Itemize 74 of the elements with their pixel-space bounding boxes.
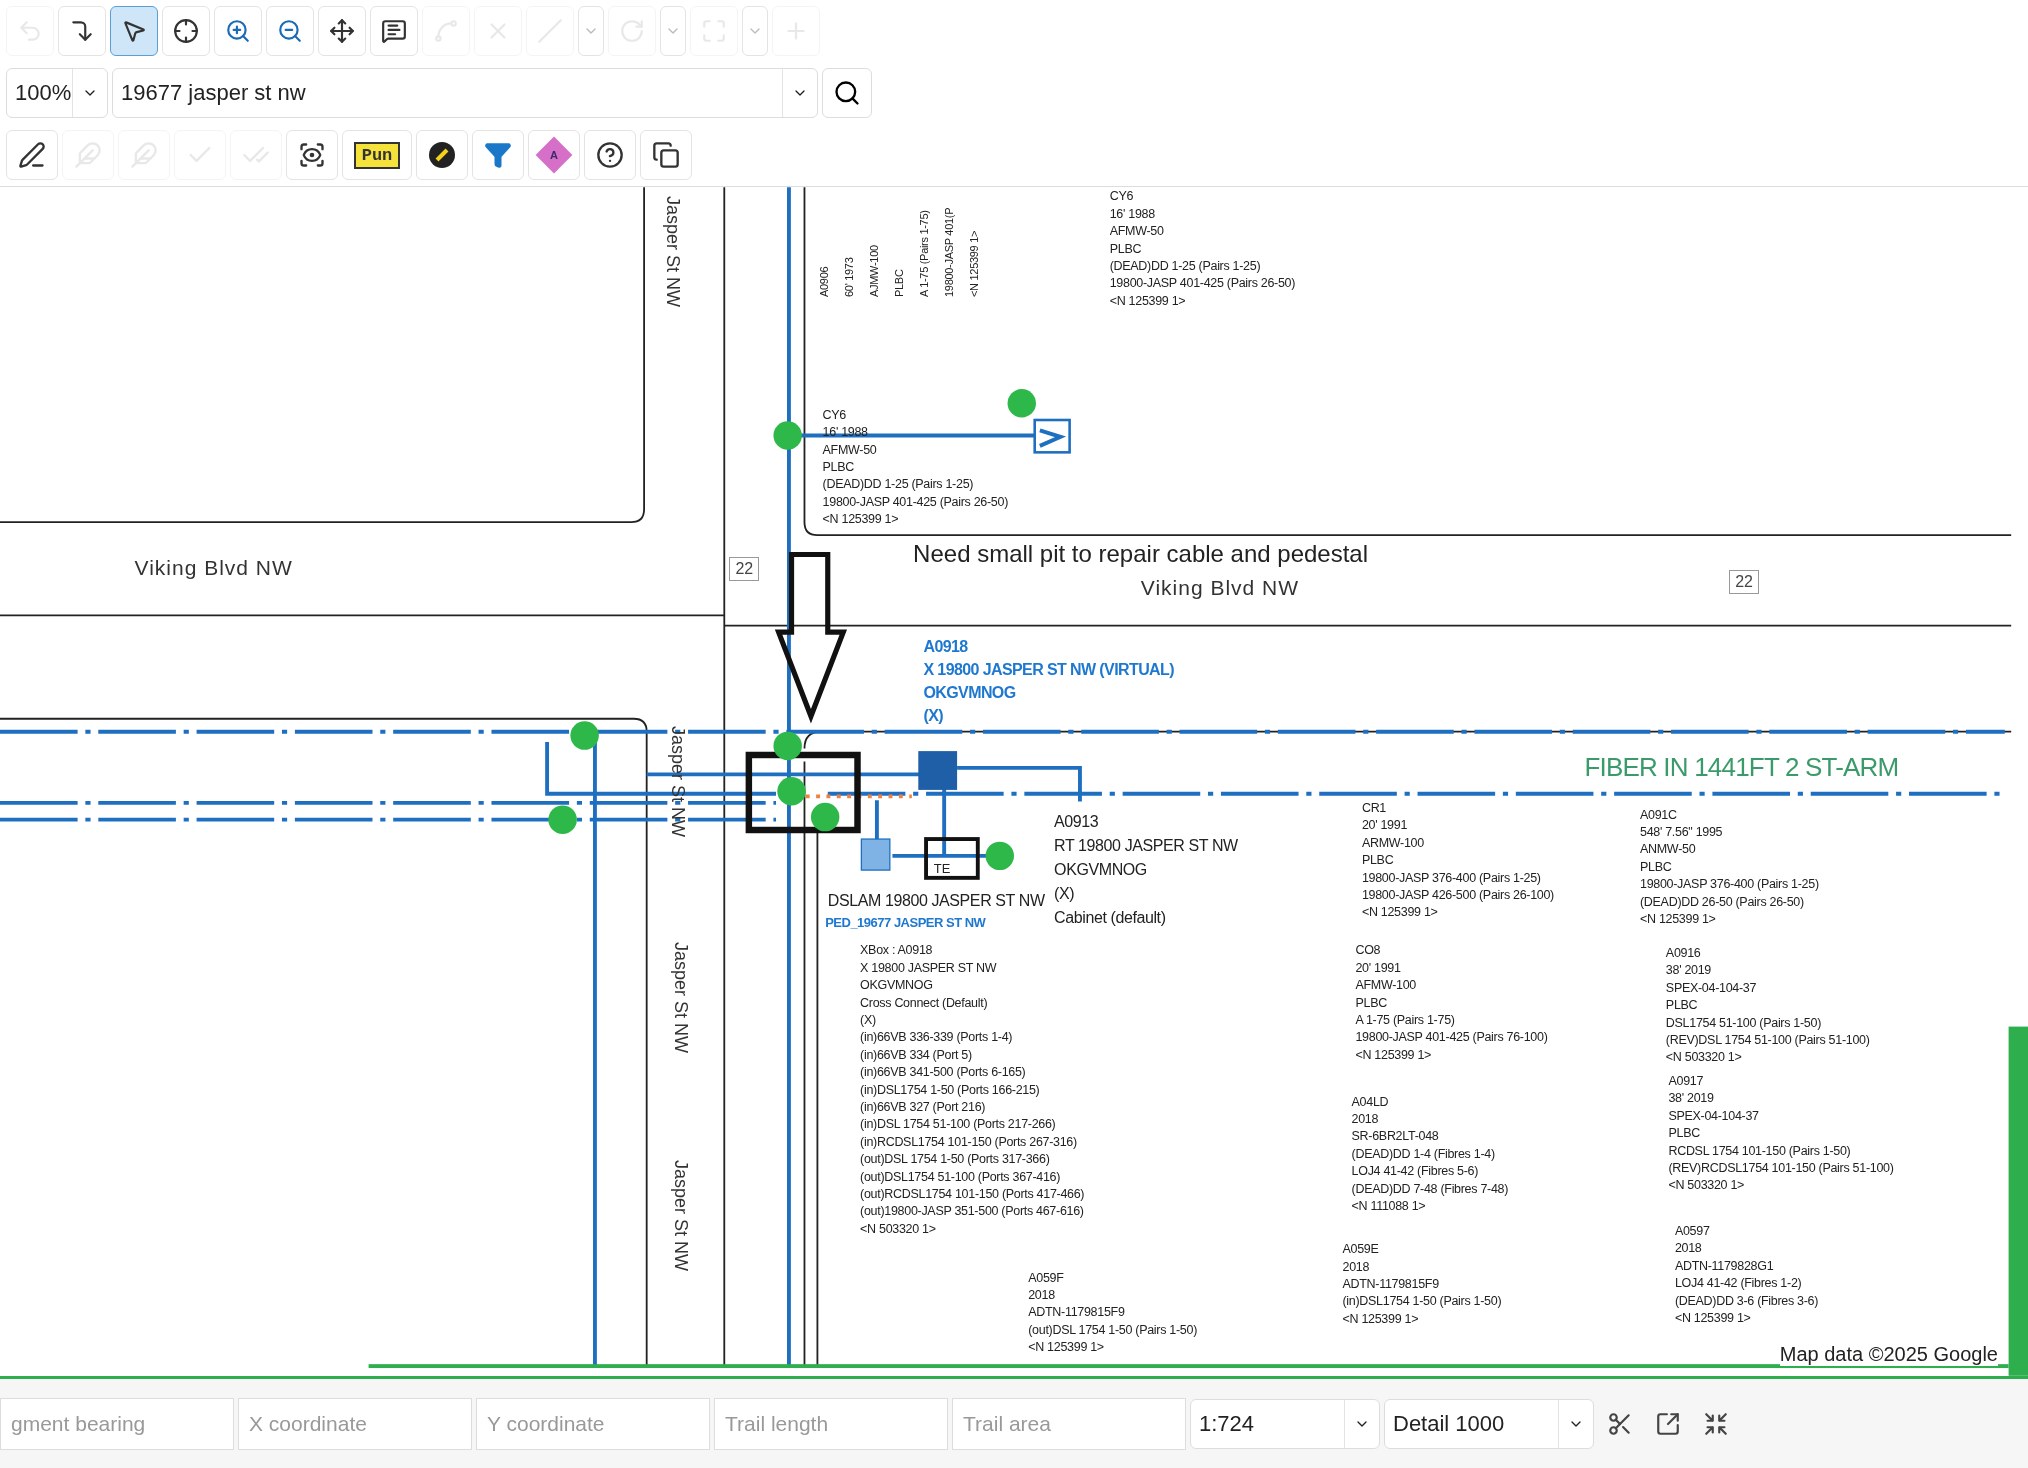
annotation-text: Need small pit to repair cable and pedestal: [913, 540, 1369, 569]
equipment-label: A059E 2018 ADTN-1179815F9 (in)DSL1754 1-50 (Pairs 1-50) <N 125399 1>: [1342, 1241, 1502, 1328]
shrink-icon: [1703, 1410, 1729, 1437]
search-icon: [833, 79, 861, 107]
equipment-label: A0918 X 19800 JASPER ST NW (VIRTUAL) OKGVMNOG (X): [923, 636, 1174, 726]
pan-icon: [329, 18, 355, 44]
tool-button[interactable]: [286, 130, 338, 180]
street-label: Jasper St NW: [669, 942, 691, 1054]
crosshair-icon: [173, 18, 199, 44]
equipment-label: A0916 38' 2019 SPEX-04-104-37 PLBC DSL1754 51-100 (Pairs 1-50) (REV)DSL 1754 51-100 (Pairs 51-100) <N 503320 1>: [1665, 944, 1870, 1067]
pencil-circle-icon: [427, 140, 457, 170]
pointer-icon: [121, 18, 147, 44]
equipment-label: DSLAM 19800 JASPER ST NW: [827, 891, 1045, 912]
coordinate-field[interactable]: Trail length: [714, 1397, 948, 1450]
search-button[interactable]: [822, 68, 872, 118]
eye-grid-icon: [298, 141, 326, 169]
equipment-label: CO8 20' 1991 AFMW-100 PLBC A 1-75 (Pairs 1-75) 19800-JASP 401-425 (Pairs 76-100) <N 125399 1>: [1355, 942, 1548, 1064]
junction-dot: [1007, 388, 1036, 418]
equipment-label: A059F 2018 ADTN-1179815F9 (out)DSL 1754 1-50 (Pairs 1-50) <N 125399 1>: [1028, 1269, 1197, 1357]
tool-button[interactable]: [416, 130, 468, 180]
junction-dot: [810, 802, 840, 832]
junction-dot: [773, 731, 802, 761]
toolbar-button[interactable]: [110, 6, 158, 56]
tool-button[interactable]: [584, 130, 636, 180]
info-icon: [381, 18, 407, 44]
street-label: Jasper St NW: [669, 1159, 691, 1271]
coordinate-field[interactable]: Trail area: [952, 1397, 1186, 1450]
pedestal-symbol: [860, 838, 891, 871]
equipment-label: PED_19677 JASPER ST NW: [825, 915, 986, 931]
equipment-label: A0917 38' 2019 SPEX-04-104-37 PLBC RCDSL 1754 101-150 (Pairs 1-50) (REV)RCDSL1754 101-150 (Pairs 51-100) <N 503320 1>: [1668, 1072, 1894, 1195]
route-shield: 22: [1729, 569, 1759, 594]
play-symbol-icon: [1033, 418, 1071, 454]
junction-dot: [548, 805, 577, 834]
tool-button[interactable]: [640, 130, 692, 180]
coordinate-field[interactable]: gment bearing: [0, 1397, 234, 1450]
equipment-label: A091C 548' 7.56" 1995 ANMW-50 PLBC 19800-JASP 376-400 (Pairs 1-25) (DEAD)DD 26-50 (Pairs 26-50) <N 125399 1>: [1640, 806, 1819, 928]
equipment-label: A0597 2018 ADTN-1179828G1 LOJ4 41-42 (Fibres 1-2) (DEAD)DD 3-6 (Fibres 3-6) <N 125399 1>: [1674, 1223, 1819, 1327]
equipment-label: CR1 20' 1991 ARMW-100 PLBC 19800-JASP 376-400 (Pairs 1-25) 19800-JASP 426-500 (Pairs 26-100) <N 125399 1>: [1361, 800, 1554, 922]
popout-icon: [1655, 1410, 1681, 1437]
zoom-dropdown[interactable]: 100%: [6, 68, 108, 118]
cable-route-label: FIBER IN 1441FT 2 ST-ARM: [1584, 752, 1899, 784]
scissors-icon: [1607, 1410, 1633, 1437]
junction-dot: [570, 721, 599, 750]
zoom-in-icon: [225, 18, 251, 44]
route-shield: 22: [729, 556, 760, 581]
junction-dot: [777, 776, 806, 806]
scale-dropdown[interactable]: 1:724: [1190, 1398, 1380, 1449]
junction-dot: [985, 841, 1014, 871]
street-label: Jasper St NW: [667, 726, 689, 838]
filter-icon: [484, 141, 512, 169]
map-attribution: Map data ©2025 Google: [1779, 1343, 1998, 1366]
tool-button[interactable]: [6, 130, 58, 180]
terminal-box: TE: [924, 837, 980, 880]
junction-dot: [773, 421, 802, 450]
tool-button[interactable]: Pun: [342, 130, 412, 180]
pen-icon: [18, 141, 46, 169]
street-label: Viking Blvd NW: [134, 555, 293, 580]
equipment-label: CY6 16' 1988 AFMW-50 PLBC (DEAD)DD 1-25 (Pairs 1-25) 19800-JASP 401-425 (Pairs 26-50) <N 125399 1>: [1109, 188, 1296, 310]
street-label: Jasper St NW: [661, 196, 683, 308]
tool-button[interactable]: A: [528, 130, 580, 180]
zoom-out-icon: [277, 18, 303, 44]
coordinate-field[interactable]: X coordinate: [238, 1397, 472, 1450]
arrow-down-icon: [69, 18, 95, 44]
copy-icon: [652, 141, 680, 169]
search-field[interactable]: 19677 jasper st nw: [112, 68, 818, 118]
help-icon: [596, 141, 624, 169]
equipment-label: A0906 60' 1973 AJMW-100 PLBC A 1-75 (Pairs 1-75) 19800-JASP 401(P <N 125399 1>: [817, 207, 982, 297]
coordinate-field[interactable]: Y coordinate: [476, 1397, 710, 1450]
cross-connect-symbol: [918, 751, 958, 790]
detail-dropdown[interactable]: Detail 1000: [1384, 1398, 1594, 1449]
equipment-label: A0913 RT 19800 JASPER ST NW OKGVMNOG (X) Cabinet (default): [1054, 812, 1238, 929]
equipment-label: XBox : A0918 X 19800 JASPER ST NW OKGVMNOG Cross Connect (Default) (X) (in)66VB 336-339 (Ports 1-4) (in)66VB 334 (Port 5) (in)66VB 341-500 (Ports 6-165) (in)DSL1754 1-50 (Ports 166-215) (in)66VB 327 (Port 216) (in)DSL 1754 51-100 (Ports 217-266) (in)RCDSL1754 101-150 (Ports 267-316) (out)DSL 1754 1-50 (Ports 317-366) (out)DSL1754 51-100 (Ports 367-416) (out)RCDSL1754 101-150 (Ports 417-466) (out)19800-JASP 351-500 (Ports 467-616) <N 503320 1>: [860, 942, 1085, 1238]
equipment-label: A04LD 2018 SR-6BR2LT-048 (DEAD)DD 1-4 (Fibres 1-4) LOJ4 41-42 (Fibres 5-6) (DEAD)DD 7-48 (Fibres 7-48) <N 111088 1>: [1351, 1093, 1509, 1216]
street-label: Viking Blvd NW: [1140, 576, 1300, 601]
